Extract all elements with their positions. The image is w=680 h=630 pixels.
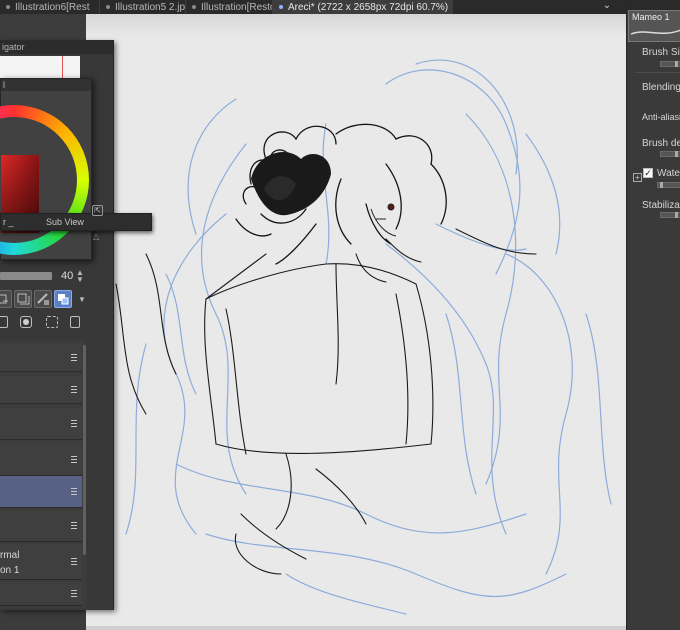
layer-opacity-slider[interactable]	[0, 272, 52, 280]
anti-aliasing-label: Anti-aliasing	[642, 112, 680, 122]
triangle-icon: △	[93, 232, 100, 241]
chevron-down-icon[interactable]: ⌄	[600, 0, 614, 14]
tab-areci[interactable]: Areci* (2722 x 2658px 72dpi 60.7%)	[273, 0, 453, 14]
layer-list-scrollbar[interactable]	[83, 345, 86, 555]
drag-handle-icon[interactable]	[71, 353, 77, 361]
drag-handle-icon[interactable]	[71, 455, 77, 463]
layer-row[interactable]	[0, 510, 82, 542]
tool-property-header	[627, 0, 680, 10]
layer-opacity-value[interactable]: 40	[61, 270, 73, 282]
color-wheel-panel: l	[0, 78, 92, 260]
sub-view-label: Sub View	[46, 217, 84, 227]
canvas-bottom-edge	[86, 626, 626, 630]
new-layer-icon[interactable]	[0, 316, 8, 328]
expand-icon[interactable]: ⇱	[92, 205, 103, 216]
tab-illustration6[interactable]: Illustration6[Rest	[0, 0, 100, 14]
brush-density-slider[interactable]	[660, 151, 680, 157]
divider	[635, 72, 680, 73]
layer-row[interactable]	[0, 344, 82, 372]
tab-label: Illustration6[Rest	[15, 1, 90, 13]
tab-dot-icon	[6, 5, 10, 9]
layer-row[interactable]: rmal on 1	[0, 544, 82, 580]
drag-handle-icon[interactable]	[71, 487, 77, 495]
watercolor-label: Water	[657, 168, 680, 179]
drag-handle-icon[interactable]	[71, 589, 77, 597]
expand-plus-icon[interactable]: +	[633, 173, 642, 182]
sketch-artwork	[115, 59, 612, 615]
color-panel-header[interactable]: l	[1, 79, 91, 91]
brush-size-slider[interactable]	[660, 61, 680, 67]
lock-transparent-icon[interactable]	[34, 290, 52, 308]
reference-icon[interactable]	[14, 290, 32, 308]
navigator-header[interactable]: igator	[0, 40, 113, 54]
tab-label: Illustration5 2.jp	[115, 1, 186, 13]
stabilization-slider[interactable]	[660, 212, 680, 218]
brush-name: Mameo 1	[632, 12, 670, 22]
watercolor-slider[interactable]	[657, 182, 680, 188]
layer-row[interactable]	[0, 376, 82, 404]
layer-mode-toolbar: ▼	[0, 290, 92, 310]
layer-list: rmal on 1	[0, 340, 86, 608]
tool-property-panel: Mameo 1 Brush Siz Blending Anti-aliasing…	[626, 0, 680, 630]
brush-preview[interactable]: Mameo 1	[628, 10, 680, 42]
watercolor-checkbox[interactable]: ✓	[643, 168, 653, 178]
layer-blend-mode: rmal	[0, 550, 20, 561]
brush-size-label: Brush Siz	[642, 47, 680, 58]
drag-handle-icon[interactable]	[71, 521, 77, 529]
layer-action-toolbar	[0, 316, 92, 332]
layer-row[interactable]	[0, 408, 82, 440]
tab-dot-icon	[279, 5, 283, 9]
tab-dot-icon	[192, 5, 196, 9]
brush-stroke-preview	[631, 29, 680, 35]
delete-icon[interactable]	[70, 316, 80, 328]
layer-name: on 1	[0, 565, 20, 576]
opacity-stepper-icon[interactable]: ▲ ▼	[76, 269, 84, 284]
tab-label: Illustration[Resto	[201, 1, 273, 13]
layer-row[interactable]	[0, 444, 82, 476]
layer-row-selected[interactable]	[0, 476, 82, 508]
clip-studio-window: Illustration6[Rest Illustration5 2.jp Il…	[0, 0, 680, 630]
tab-illustration[interactable]: Illustration[Resto	[186, 0, 273, 14]
drag-handle-icon[interactable]	[71, 419, 77, 427]
blending-label[interactable]: Blending	[642, 82, 680, 93]
tab-label: Areci* (2722 x 2658px 72dpi 60.7%)	[288, 1, 449, 13]
drag-handle-icon[interactable]	[71, 385, 77, 393]
tab-dot-icon	[106, 5, 110, 9]
clipping-icon[interactable]	[0, 290, 12, 308]
stabilization-label: Stabilizatio	[642, 200, 680, 211]
drag-handle-icon[interactable]	[71, 557, 77, 565]
mask-icon[interactable]	[20, 316, 32, 328]
layer-row[interactable]	[0, 582, 82, 606]
copy-icon[interactable]	[46, 316, 58, 328]
layer-opacity-row: 40 ▲ ▼	[0, 268, 92, 284]
sub-view-code: r _	[3, 217, 14, 227]
document-tab-bar: Illustration6[Rest Illustration5 2.jp Il…	[0, 0, 680, 14]
chevron-down-icon[interactable]: ▼	[78, 295, 86, 304]
brush-density-label: Brush den	[642, 138, 680, 149]
sub-view-tab[interactable]: r _ Sub View	[0, 213, 152, 231]
tab-illustration5[interactable]: Illustration5 2.jp	[100, 0, 186, 14]
draft-layer-icon[interactable]	[54, 290, 72, 308]
